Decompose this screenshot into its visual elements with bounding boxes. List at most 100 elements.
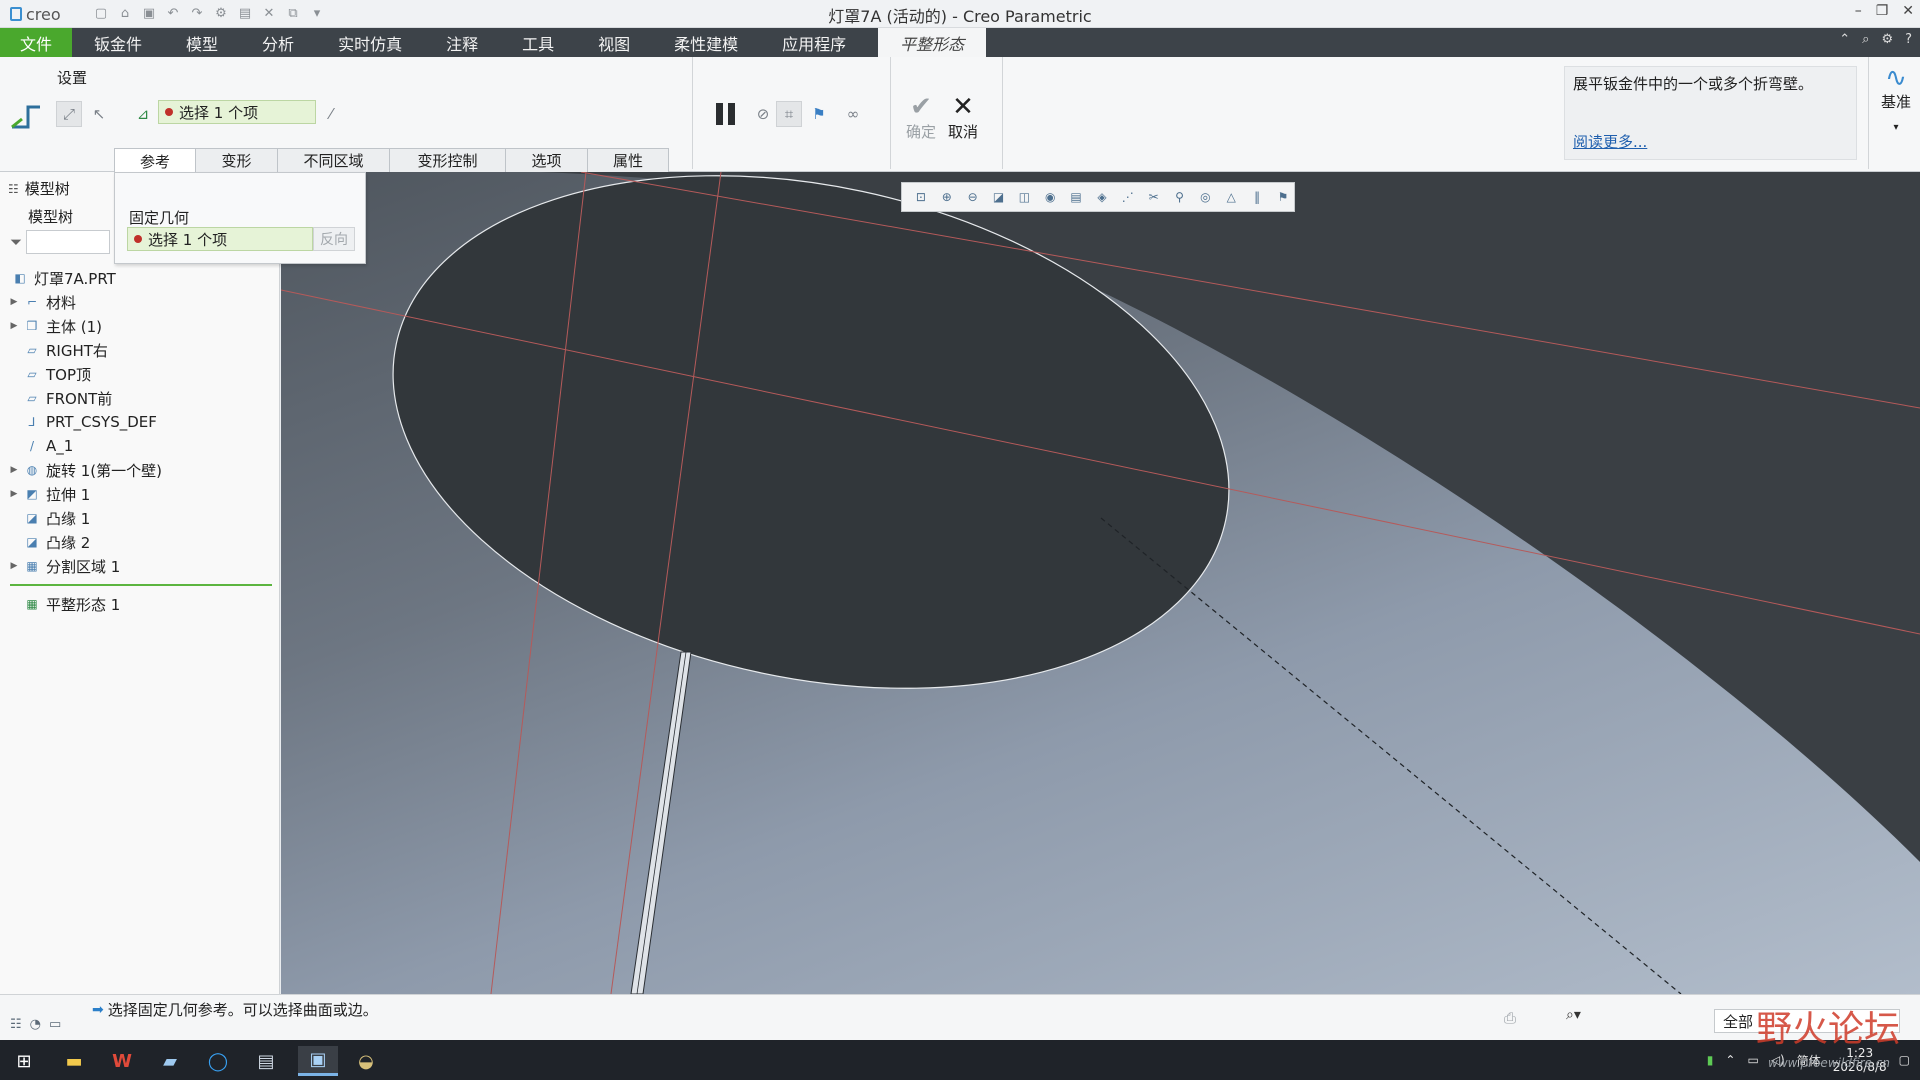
- deform-toggle-icon[interactable]: ⁄: [318, 101, 344, 127]
- tab-options[interactable]: 选项: [505, 148, 588, 172]
- fixed-geometry-collector[interactable]: 选择 1 个项: [127, 227, 313, 251]
- preview-geometry-icon[interactable]: ⌗: [776, 101, 802, 127]
- browser-icon[interactable]: ◯: [198, 1046, 238, 1076]
- tree-item-flange-1[interactable]: ◪ 凸缘 1: [8, 506, 274, 530]
- zoom-out-icon[interactable]: ⊖: [962, 186, 984, 208]
- tab-properties[interactable]: 属性: [587, 148, 669, 172]
- document-icon[interactable]: ▤: [246, 1046, 286, 1076]
- body-icon: ❒: [26, 319, 38, 333]
- pause-icon[interactable]: [716, 103, 735, 125]
- render-icon[interactable]: ◎: [1194, 186, 1216, 208]
- tab-references[interactable]: 参考: [114, 148, 196, 173]
- tree-search-input[interactable]: [26, 230, 111, 254]
- refit-icon[interactable]: ⊡: [910, 186, 932, 208]
- filter-icon[interactable]: ⏷: [10, 233, 22, 251]
- insert-indicator[interactable]: [10, 584, 272, 586]
- select-fixed-icon[interactable]: ⤢: [56, 101, 82, 127]
- tray-expand-icon[interactable]: ⌃: [1725, 1053, 1735, 1067]
- tree-item-split-area[interactable]: ▶ ▦ 分割区域 1: [8, 554, 274, 578]
- ok-button[interactable]: ✔ 确定: [906, 93, 936, 142]
- warning-icon[interactable]: △: [1220, 186, 1242, 208]
- expand-icon[interactable]: ▶: [8, 321, 20, 331]
- file-menu[interactable]: 文件: [0, 28, 73, 57]
- fullscreen-toggle-icon[interactable]: ▭: [49, 1017, 61, 1032]
- tab-view[interactable]: 视图: [576, 28, 652, 57]
- pause-animation-icon[interactable]: ‖: [1246, 186, 1268, 208]
- tree-item-csys[interactable]: ⅃ PRT_CSYS_DEF: [8, 410, 274, 434]
- wps-icon[interactable]: W: [102, 1046, 142, 1076]
- tree-item-top[interactable]: ▱ TOP顶: [8, 362, 274, 386]
- tree-toggle-icon[interactable]: ☷: [10, 1017, 22, 1032]
- fixed-geometry-icon[interactable]: ⊿: [130, 101, 156, 127]
- tab-tools[interactable]: 工具: [500, 28, 576, 57]
- view-manager-icon[interactable]: ▤: [1065, 186, 1087, 208]
- close-icon[interactable]: ✕: [1902, 3, 1914, 19]
- tab-sheetmetal[interactable]: 钣金件: [72, 28, 164, 57]
- tree-item-flat-state[interactable]: ▦ 平整形态 1: [8, 592, 274, 616]
- file-explorer-icon[interactable]: ▬: [54, 1046, 94, 1076]
- expand-icon[interactable]: ▶: [8, 465, 20, 475]
- display-style-icon[interactable]: ◫: [1013, 186, 1035, 208]
- tab-annotate[interactable]: 注释: [424, 28, 500, 57]
- cancel-button[interactable]: ✕ 取消: [948, 93, 978, 142]
- pointer-icon[interactable]: ↖: [86, 101, 112, 127]
- find-icon[interactable]: ⌕▾: [1566, 1007, 1581, 1023]
- tab-different-regions[interactable]: 不同区域: [277, 148, 390, 172]
- repaint-icon[interactable]: ◪: [988, 186, 1010, 208]
- perspective-icon[interactable]: ◈: [1091, 186, 1113, 208]
- reverse-button[interactable]: 反向: [313, 227, 355, 251]
- glasses-icon[interactable]: ∞: [840, 101, 866, 127]
- expand-icon[interactable]: ▶: [8, 561, 20, 571]
- expand-icon[interactable]: ▶: [8, 297, 20, 307]
- print-icon[interactable]: ⎙: [1504, 1009, 1516, 1027]
- tree-item-front[interactable]: ▱ FRONT前: [8, 386, 274, 410]
- tab-flexible-modeling[interactable]: 柔性建模: [652, 28, 760, 57]
- minimize-icon[interactable]: –: [1855, 3, 1862, 19]
- flag-icon[interactable]: ⚑: [1272, 186, 1294, 208]
- model-graphics[interactable]: [281, 172, 1920, 994]
- selection-collector[interactable]: 选择 1 个项: [158, 100, 316, 124]
- datum-display-icon[interactable]: ⋰: [1117, 186, 1139, 208]
- network-icon[interactable]: ▭: [1747, 1053, 1758, 1067]
- model-tree-tab[interactable]: ☷ 模型树: [8, 178, 70, 199]
- notes-icon[interactable]: ▰: [150, 1046, 190, 1076]
- tree-item-body[interactable]: ▶ ❒ 主体 (1): [8, 314, 274, 338]
- annotation-display-icon[interactable]: ✂: [1143, 186, 1165, 208]
- restore-icon[interactable]: ❐: [1876, 3, 1889, 19]
- tab-deform[interactable]: 变形: [195, 148, 278, 172]
- read-more-link[interactable]: 阅读更多...: [1573, 133, 1647, 151]
- paint-icon[interactable]: ◒: [346, 1046, 386, 1076]
- expand-icon[interactable]: ▶: [8, 489, 20, 499]
- tree-item-part[interactable]: ◧ 灯罩7A.PRT: [8, 266, 274, 290]
- tree-item-extrude[interactable]: ▶ ◩ 拉伸 1: [8, 482, 274, 506]
- battery-icon[interactable]: ▮: [1707, 1053, 1714, 1067]
- search-icon[interactable]: ⌕: [1862, 32, 1869, 47]
- verify-icon[interactable]: ⚑: [806, 101, 832, 127]
- graphics-window[interactable]: ⊡ ⊕ ⊖ ◪ ◫ ◉ ▤ ◈ ⋰ ✂ ⚲ ◎ △ ‖ ⚑: [281, 172, 1920, 994]
- datum-button[interactable]: ∿ 基准 ▾: [1874, 65, 1918, 133]
- tab-flat-state[interactable]: 平整形态: [878, 28, 987, 57]
- spin-center-icon[interactable]: ⚲: [1169, 186, 1191, 208]
- split-area-icon: ▦: [26, 559, 38, 573]
- tree-item-right[interactable]: ▱ RIGHT右: [8, 338, 274, 362]
- tree-item-axis[interactable]: / A_1: [8, 434, 274, 458]
- tree-item-flange-2[interactable]: ◪ 凸缘 2: [8, 530, 274, 554]
- start-icon[interactable]: ⊞: [4, 1046, 44, 1076]
- tab-model[interactable]: 模型: [164, 28, 240, 57]
- help-icon[interactable]: ?: [1905, 32, 1912, 47]
- tab-deform-control[interactable]: 变形控制: [389, 148, 506, 172]
- collapse-ribbon-icon[interactable]: ⌃: [1839, 32, 1850, 47]
- browser-toggle-icon[interactable]: ◔: [30, 1017, 41, 1032]
- no-preview-icon[interactable]: ⊘: [750, 101, 776, 127]
- creo-taskbar-icon[interactable]: ▣: [298, 1046, 338, 1076]
- zoom-in-icon[interactable]: ⊕: [936, 186, 958, 208]
- notification-icon[interactable]: ▢: [1899, 1053, 1910, 1067]
- tab-applications[interactable]: 应用程序: [760, 28, 868, 57]
- tree-item-material[interactable]: ▶ ⌐ 材料: [8, 290, 274, 314]
- tab-live-simulation[interactable]: 实时仿真: [316, 28, 424, 57]
- tab-analysis[interactable]: 分析: [240, 28, 316, 57]
- tree-item-revolve[interactable]: ▶ ◍ 旋转 1(第一个壁): [8, 458, 274, 482]
- tree-item-label: 灯罩7A.PRT: [34, 269, 116, 288]
- saved-orientations-icon[interactable]: ◉: [1039, 186, 1061, 208]
- settings-icon[interactable]: ⚙: [1881, 32, 1893, 47]
